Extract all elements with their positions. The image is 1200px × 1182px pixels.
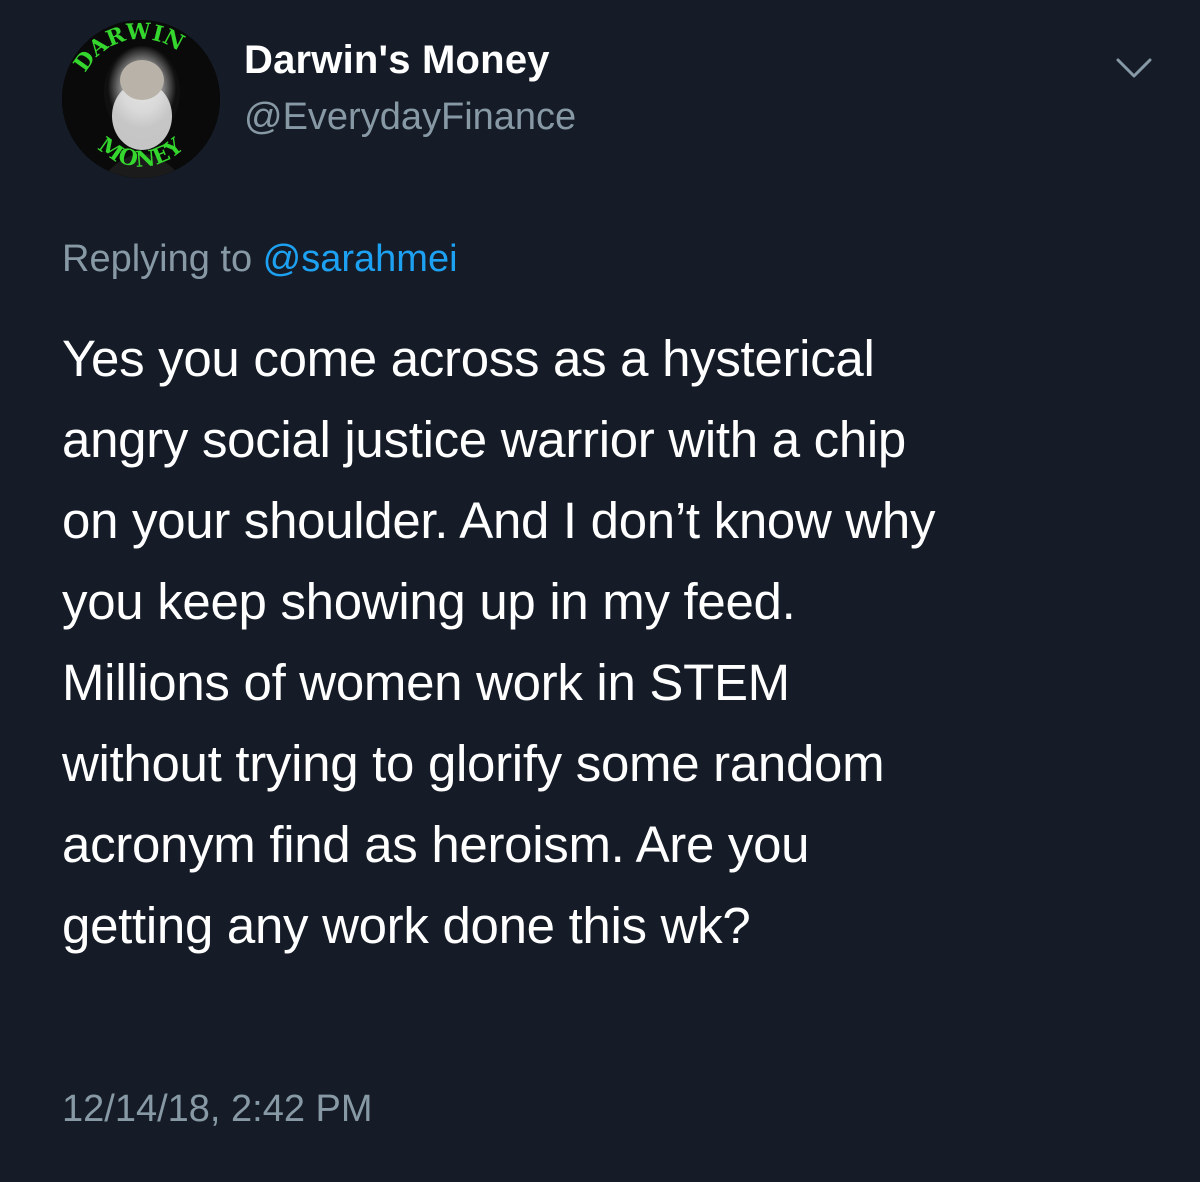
tweet-text-line: Yes you come across as a hysterical xyxy=(62,330,875,387)
tweet-text: Yes you come across as a hysterical angr… xyxy=(62,318,1162,966)
avatar[interactable]: DARWIN MONEY xyxy=(62,20,220,178)
avatar-image: DARWIN MONEY xyxy=(62,20,220,178)
tweet-text-line: getting any work done this wk? xyxy=(62,897,751,954)
author-handle[interactable]: @EverydayFinance xyxy=(244,96,576,139)
tweet-text-line: acronym find as heroism. Are you xyxy=(62,816,810,873)
reply-prefix: Replying to xyxy=(62,238,263,280)
tweet-timestamp[interactable]: 12/14/18, 2:42 PM xyxy=(62,1088,373,1131)
tweet-text-line: without trying to glorify some random xyxy=(62,735,885,792)
chevron-down-icon[interactable] xyxy=(1112,50,1156,86)
tweet-text-line: Millions of women work in STEM xyxy=(62,654,790,711)
reply-mention-link[interactable]: @sarahmei xyxy=(263,238,458,280)
tweet-text-line: angry social justice warrior with a chip xyxy=(62,411,906,468)
reply-context: Replying to @sarahmei xyxy=(62,238,458,281)
author-display-name[interactable]: Darwin's Money xyxy=(244,38,550,83)
tweet-card: DARWIN MONEY Darwin's Money @EverydayFin… xyxy=(0,0,1200,1182)
tweet-text-line: you keep showing up in my feed. xyxy=(62,573,796,630)
tweet-text-line: on your shoulder. And I don’t know why xyxy=(62,492,936,549)
